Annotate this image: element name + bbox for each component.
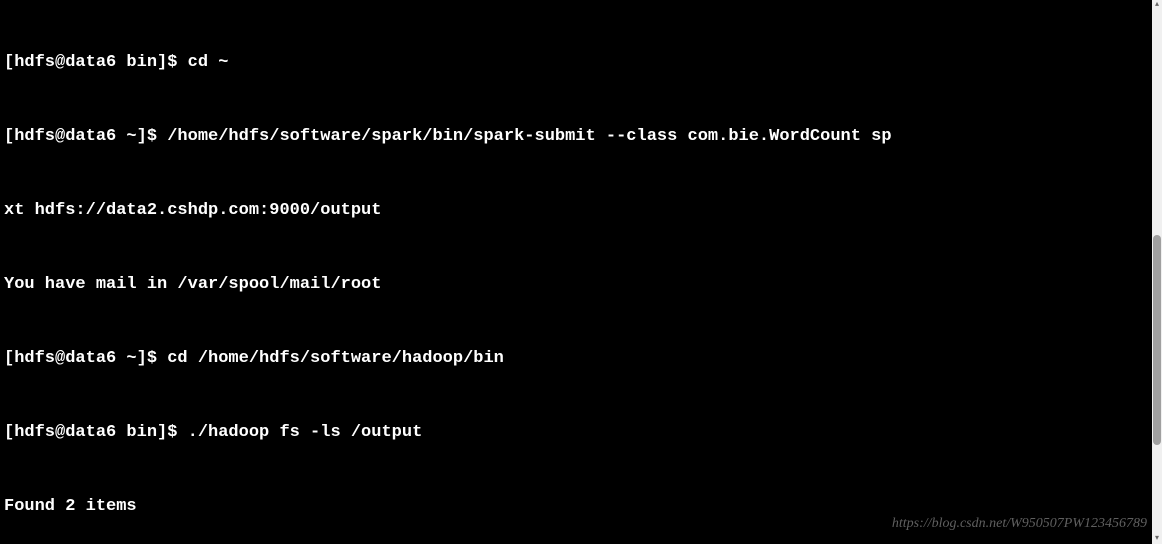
terminal-line: You have mail in /var/spool/mail/root <box>4 273 1148 298</box>
terminal-line: [hdfs@data6 bin]$ ./hadoop fs -ls /outpu… <box>4 421 1148 446</box>
terminal-line: [hdfs@data6 ~]$ /home/hdfs/software/spar… <box>4 125 1148 150</box>
scrollbar-track[interactable]: ▴ ▾ <box>1152 0 1162 544</box>
terminal-window[interactable]: [hdfs@data6 bin]$ cd ~ [hdfs@data6 ~]$ /… <box>0 0 1152 544</box>
scrollbar-thumb[interactable] <box>1153 235 1161 445</box>
terminal-line: [hdfs@data6 ~]$ cd /home/hdfs/software/h… <box>4 347 1148 372</box>
terminal-line: [hdfs@data6 bin]$ cd ~ <box>4 51 1148 76</box>
watermark-text: https://blog.csdn.net/W950507PW123456789 <box>892 514 1147 534</box>
scrollbar-down-arrow-icon[interactable]: ▾ <box>1152 534 1162 544</box>
scrollbar-up-arrow-icon[interactable]: ▴ <box>1152 0 1162 10</box>
terminal-line: xt hdfs://data2.cshdp.com:9000/output <box>4 199 1148 224</box>
